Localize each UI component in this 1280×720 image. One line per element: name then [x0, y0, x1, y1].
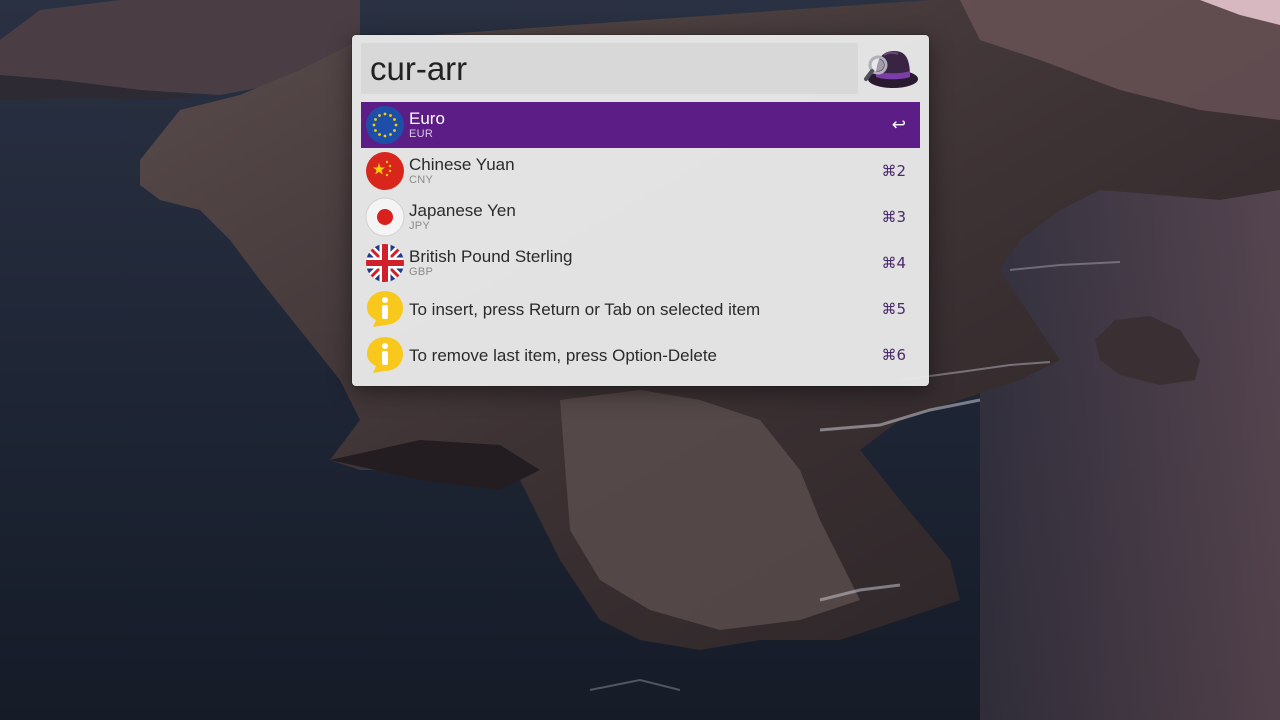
search-input[interactable]	[361, 43, 850, 94]
result-title: Euro	[409, 109, 445, 128]
cmd-3-shortcut: ⌘3	[881, 208, 906, 226]
result-row-insert-hint[interactable]: To insert, press Return or Tab on select…	[361, 286, 920, 332]
result-subtitle: EUR	[409, 128, 434, 140]
result-subtitle: GBP	[409, 266, 434, 278]
eu-flag-icon	[366, 106, 404, 144]
info-bubble-icon	[367, 337, 403, 373]
uk-flag-icon	[366, 244, 404, 282]
result-title: Japanese Yen	[409, 201, 516, 220]
result-row-remove-hint[interactable]: To remove last item, press Option-Delete…	[361, 332, 920, 378]
result-title: To insert, press Return or Tab on select…	[409, 299, 761, 319]
cmd-4-shortcut: ⌘4	[881, 254, 906, 272]
china-flag-icon	[366, 152, 404, 190]
cmd-5-shortcut: ⌘5	[881, 300, 906, 318]
result-title: British Pound Sterling	[409, 247, 573, 266]
result-subtitle: JPY	[409, 220, 431, 232]
info-bubble-icon	[367, 291, 403, 327]
alfred-hat-icon	[864, 45, 920, 91]
japan-flag-icon	[365, 197, 405, 237]
result-row-british-pound[interactable]: British Pound Sterling GBP ⌘4	[361, 240, 920, 286]
result-row-euro[interactable]: Euro EUR ↩	[361, 102, 920, 148]
search-box[interactable]	[361, 43, 858, 94]
return-key-shortcut: ↩	[891, 115, 906, 135]
cmd-6-shortcut: ⌘6	[881, 346, 906, 364]
cmd-2-shortcut: ⌘2	[881, 162, 906, 180]
launcher-window: Euro EUR ↩ Chinese Yuan CNY	[352, 35, 929, 386]
results-list: Euro EUR ↩ Chinese Yuan CNY ⌘2 Japanese …	[361, 102, 920, 378]
result-row-japanese-yen[interactable]: Japanese Yen JPY ⌘3	[361, 194, 920, 240]
desktop: Euro EUR ↩ Chinese Yuan CNY	[0, 0, 1280, 720]
result-row-chinese-yuan[interactable]: Chinese Yuan CNY ⌘2	[361, 148, 920, 194]
result-title: Chinese Yuan	[409, 155, 515, 174]
result-title: To remove last item, press Option-Delete	[409, 345, 718, 365]
result-subtitle: CNY	[409, 174, 434, 186]
